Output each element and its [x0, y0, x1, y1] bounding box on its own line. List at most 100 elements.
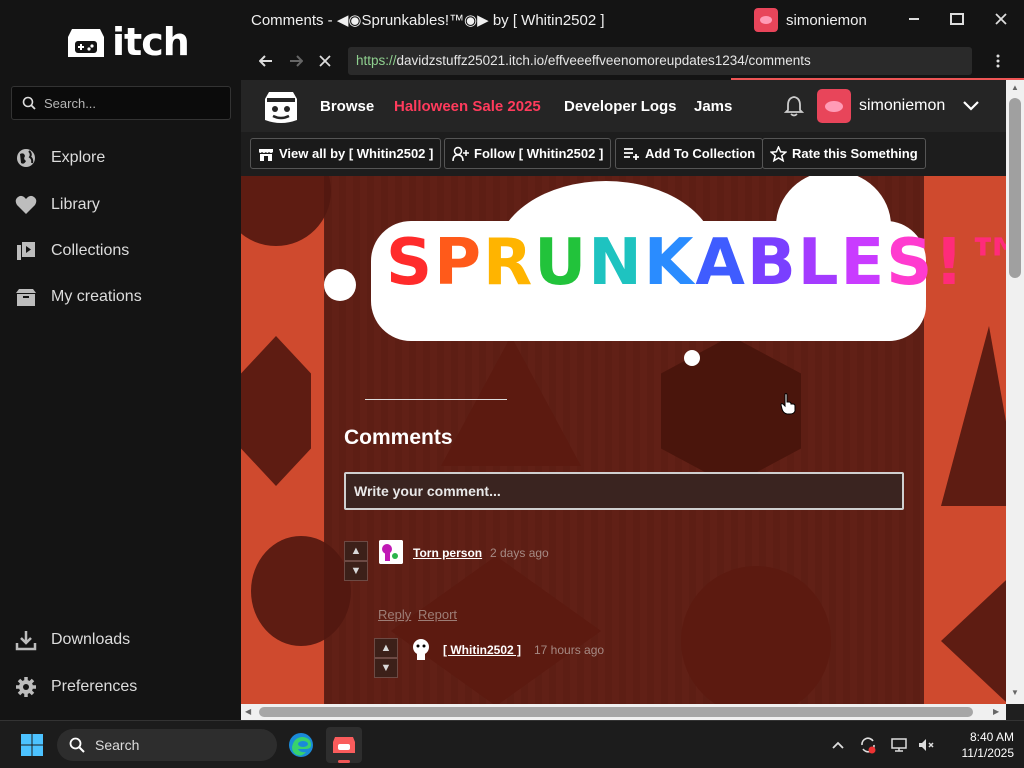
close-icon [995, 13, 1007, 25]
reply-link[interactable]: Reply [378, 607, 411, 622]
tray-overflow-chevron-icon[interactable] [828, 735, 848, 755]
windows-taskbar: Search 8:40 AM 11/1/2025 [0, 720, 1024, 768]
site-header: Browse Halloween Sale 2025 Developer Log… [241, 80, 1006, 132]
clock-time: 8:40 AM [969, 730, 1014, 744]
vertical-scrollbar-thumb[interactable] [1009, 98, 1021, 278]
comment-votes: ▲ ▼ [344, 541, 368, 581]
comments-heading: Comments [344, 426, 453, 449]
avatar [754, 8, 778, 32]
itch-app-icon [333, 737, 355, 753]
view-all-label: View all by [ Whitin2502 ] [279, 146, 434, 161]
minimize-icon [909, 18, 919, 20]
comment-avatar[interactable] [409, 637, 433, 661]
search-icon [22, 96, 36, 110]
nav-jams[interactable]: Jams [694, 98, 732, 115]
nav-developer-logs[interactable]: Developer Logs [564, 98, 677, 115]
scroll-right-icon[interactable]: ▶ [993, 707, 999, 716]
edge-browser-icon [289, 733, 313, 757]
rate-button[interactable]: Rate this Something [762, 138, 926, 169]
chevron-down-icon [963, 101, 980, 111]
avatar [817, 89, 851, 123]
add-to-collection-button[interactable]: Add To Collection [615, 138, 764, 169]
back-button[interactable] [255, 50, 277, 72]
window-title: Comments - ◀◉Sprunkables!™◉▶ by [ Whitin… [251, 12, 605, 29]
more-menu-button[interactable] [987, 50, 1009, 72]
sidebar-item-label: Library [51, 196, 100, 213]
follow-button[interactable]: Follow [ Whitin2502 ] [444, 138, 612, 169]
taskbar-search[interactable]: Search [57, 729, 277, 761]
windows-logo-icon [21, 734, 43, 756]
banner-bubble [324, 269, 356, 301]
download-icon [14, 628, 38, 652]
upvote-button[interactable]: ▲ [344, 541, 368, 561]
horizontal-scrollbar[interactable]: ◀ ▶ [241, 704, 1006, 720]
comment-avatar[interactable] [379, 540, 403, 564]
sidebar-item-preferences[interactable]: Preferences [14, 675, 137, 699]
kebab-menu-icon [996, 54, 1000, 68]
game-banner: SPRUNKABLES!™ [324, 176, 1006, 366]
downvote-button[interactable]: ▼ [374, 658, 398, 678]
stop-button[interactable] [314, 50, 336, 72]
sidebar-item-downloads[interactable]: Downloads [14, 628, 130, 652]
sync-alert-icon[interactable] [858, 735, 878, 755]
taskbar-app-edge[interactable] [283, 727, 319, 763]
titlebar-username: simoniemon [786, 11, 867, 29]
vertical-scrollbar[interactable]: ▲ ▼ [1006, 80, 1024, 704]
active-app-indicator [338, 760, 350, 763]
itch-site-logo-icon[interactable] [261, 86, 301, 126]
close-button[interactable] [988, 8, 1014, 30]
collections-icon [14, 239, 38, 263]
sidebar-item-label: Downloads [51, 631, 131, 648]
forward-button[interactable] [285, 50, 307, 72]
sidebar-item-library[interactable]: Library [14, 193, 100, 217]
taskbar-app-itch[interactable] [326, 727, 362, 763]
clock-date: 11/1/2025 [961, 746, 1015, 760]
banner-title: SPRUNKABLES!™ [386, 226, 1006, 300]
url-field[interactable]: https://davidzstuffz25021.itch.io/effvee… [348, 47, 972, 75]
comment-author[interactable]: [ Whitin2502 ] [443, 643, 521, 657]
volume-muted-icon[interactable] [916, 735, 936, 755]
nav-halloween-sale[interactable]: Halloween Sale 2025 [394, 98, 541, 115]
comment-timestamp[interactable]: 2 days ago [490, 546, 549, 560]
comment-input[interactable]: Write your comment... [344, 472, 904, 510]
sidebar-item-label: My creations [51, 288, 142, 305]
sidebar-item-my-creations[interactable]: My creations [14, 285, 142, 309]
view-all-button[interactable]: View all by [ Whitin2502 ] [250, 138, 442, 169]
downvote-button[interactable]: ▼ [344, 561, 368, 581]
site-user-menu[interactable]: simoniemon [817, 89, 980, 123]
nav-browse[interactable]: Browse [320, 98, 374, 115]
gear-icon [14, 675, 38, 699]
taskbar-clock[interactable]: 8:40 AM 11/1/2025 [944, 729, 1015, 761]
itch-logo-text: itch [112, 20, 190, 64]
scroll-up-icon[interactable]: ▲ [1011, 83, 1019, 92]
notifications-bell-icon[interactable] [783, 95, 805, 122]
minimize-button[interactable] [901, 8, 927, 30]
sidebar-item-label: Explore [51, 149, 106, 166]
search-placeholder: Search... [44, 95, 97, 111]
comment-author[interactable]: Torn person [413, 546, 482, 560]
start-button[interactable] [14, 727, 50, 763]
section-divider [365, 399, 507, 400]
url-path: davidzstuffz25021.itch.io/effveeeffveeno… [396, 53, 811, 68]
itch-logo[interactable]: itch [66, 20, 190, 64]
maximize-button[interactable] [944, 8, 970, 30]
search-icon [69, 737, 85, 753]
sidebar-item-explore[interactable]: Explore [14, 146, 105, 170]
triangle-down-icon: ▼ [350, 565, 362, 577]
triangle-up-icon: ▲ [380, 642, 392, 654]
comment-timestamp[interactable]: 17 hours ago [534, 643, 604, 657]
triangle-up-icon: ▲ [350, 545, 362, 557]
sidebar-item-collections[interactable]: Collections [14, 239, 129, 263]
titlebar-user[interactable]: simoniemon [754, 8, 867, 32]
report-link[interactable]: Report [418, 607, 457, 622]
arrow-left-icon [259, 55, 272, 67]
itch-logo-icon [68, 29, 104, 57]
triangle-down-icon: ▼ [380, 662, 392, 674]
horizontal-scrollbar-thumb[interactable] [259, 707, 973, 717]
sidebar-search-input[interactable]: Search... [11, 86, 231, 120]
upvote-button[interactable]: ▲ [374, 638, 398, 658]
network-icon[interactable] [889, 735, 909, 755]
scroll-down-icon[interactable]: ▼ [1011, 688, 1019, 697]
scroll-left-icon[interactable]: ◀ [245, 707, 251, 716]
box-icon [14, 285, 38, 309]
